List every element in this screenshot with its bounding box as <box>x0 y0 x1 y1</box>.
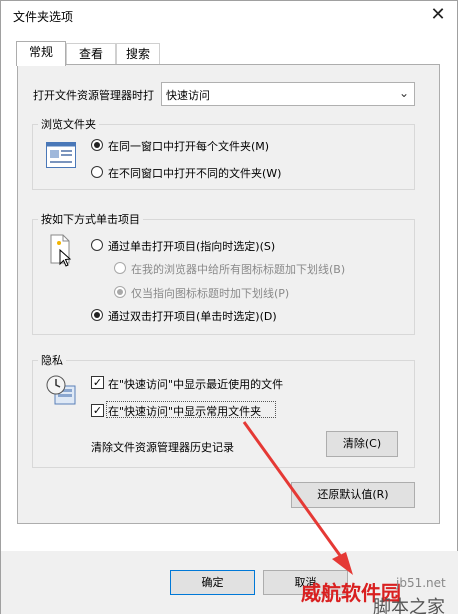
same-window-radio[interactable] <box>91 139 103 151</box>
tab-view[interactable]: 查看 <box>66 43 116 65</box>
close-icon[interactable]: ✕ <box>426 3 450 27</box>
underline-hover-label[interactable]: 仅当指向图标标题时加下划线(P) <box>131 285 289 301</box>
open-explorer-label: 打开文件资源管理器时打 <box>33 89 154 102</box>
recent-files-checkbox[interactable]: ✓ <box>91 376 104 389</box>
tab-general[interactable]: 常规 <box>16 41 66 66</box>
single-click-label[interactable]: 通过单击打开项目(指向时选定)(S) <box>108 238 275 254</box>
open-explorer-value: 快速访问 <box>166 89 210 102</box>
same-window-label[interactable]: 在同一窗口中打开每个文件夹(M) <box>108 138 269 154</box>
open-explorer-select[interactable]: 快速访问 ⌄ <box>161 82 415 106</box>
new-window-radio[interactable] <box>91 166 103 178</box>
clear-button[interactable]: 清除(C) <box>326 431 398 457</box>
ok-button[interactable]: 确定 <box>170 570 255 595</box>
double-click-label[interactable]: 通过双击打开项目(单击时选定)(D) <box>108 308 277 324</box>
underline-all-label[interactable]: 在我的浏览器中给所有图标标题加下划线(B) <box>131 261 345 277</box>
single-click-radio[interactable] <box>91 239 103 251</box>
browse-folders-icon <box>46 142 76 171</box>
watermark-tag: 脚本之家 <box>373 597 445 614</box>
tab-search[interactable]: 搜索 <box>116 43 160 65</box>
frequent-folders-label[interactable]: 在"快速访问"中显示常用文件夹 <box>108 403 261 419</box>
restore-defaults-button[interactable]: 还原默认值(R) <box>291 482 415 508</box>
double-click-radio[interactable] <box>91 309 103 321</box>
folder-options-dialog: 文件夹选项 ✕ 常规 查看 搜索 打开文件资源管理器时打 快速访问 ⌄ 浏览文件… <box>0 0 458 614</box>
privacy-title: 隐私 <box>38 352 66 368</box>
privacy-clock-icon <box>45 374 77 409</box>
new-window-label[interactable]: 在不同窗口中打开不同的文件夹(W) <box>108 165 281 181</box>
clear-history-label: 清除文件资源管理器历史记录 <box>91 441 234 454</box>
frequent-folders-checkbox[interactable]: ✓ <box>91 404 104 417</box>
recent-files-label[interactable]: 在"快速访问"中显示最近使用的文件 <box>108 376 283 392</box>
click-items-title: 按如下方式单击项目 <box>38 211 143 227</box>
window-title: 文件夹选项 <box>13 10 74 24</box>
chevron-down-icon: ⌄ <box>398 86 409 100</box>
underline-all-radio[interactable] <box>114 262 126 274</box>
underline-hover-radio[interactable] <box>114 286 126 298</box>
cursor-click-icon <box>47 233 77 272</box>
browse-folders-title: 浏览文件夹 <box>38 116 99 132</box>
watermark-site: jb51.net <box>396 576 446 590</box>
